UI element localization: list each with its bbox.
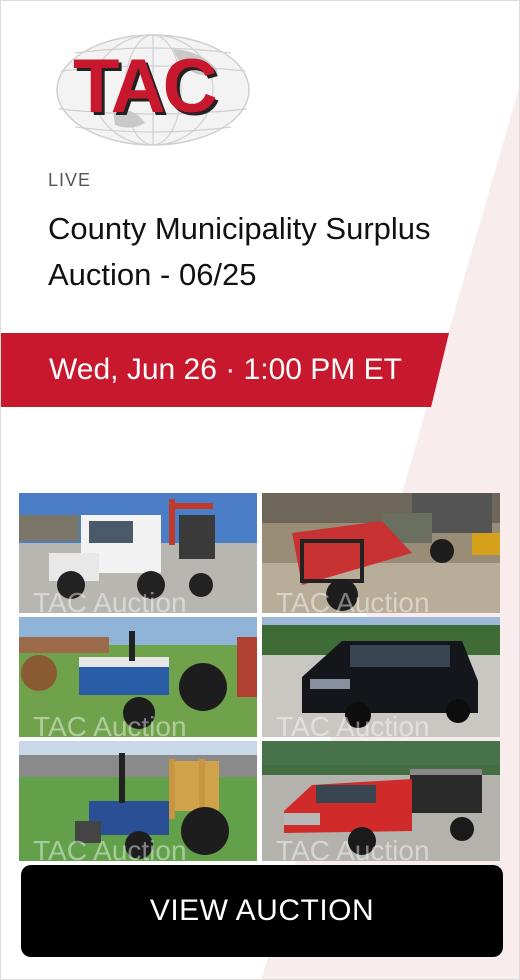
watermark: TAC Auction <box>276 835 430 861</box>
auction-date: Wed, Jun 26 · 1:00 PM ET <box>49 353 402 386</box>
view-auction-button[interactable]: VIEW AUCTION <box>21 865 503 957</box>
auction-status: LIVE <box>48 170 92 190</box>
lot-photo-blue-tractor[interactable]: TAC Auction <box>19 617 257 737</box>
logo-text: TAC <box>73 44 218 129</box>
auction-card[interactable]: TAC LIVE County Municipality Surplus Auc… <box>0 0 520 980</box>
lot-photo-utility-vehicle[interactable]: TAC Auction <box>262 493 500 613</box>
watermark: TAC Auction <box>33 835 187 861</box>
lot-photo-black-suv[interactable]: TAC Auction <box>262 617 500 737</box>
lot-photo-boom-truck[interactable]: TAC Auction <box>19 493 257 613</box>
lot-gallery: TAC Auction TAC Auction TAC Auction TAC … <box>19 493 501 861</box>
lot-photo-flatbed-truck[interactable]: TAC Auction <box>262 741 500 861</box>
lot-photo-tractor-loader[interactable]: TAC Auction <box>19 741 257 861</box>
watermark: TAC Auction <box>276 587 430 613</box>
watermark: TAC Auction <box>276 711 430 737</box>
date-banner: Wed, Jun 26 · 1:00 PM ET <box>1 333 449 407</box>
watermark: TAC Auction <box>33 711 187 737</box>
tac-logo: TAC <box>53 31 253 149</box>
watermark: TAC Auction <box>33 587 187 613</box>
auction-title: County Municipality Surplus Auction - 06… <box>48 211 431 292</box>
